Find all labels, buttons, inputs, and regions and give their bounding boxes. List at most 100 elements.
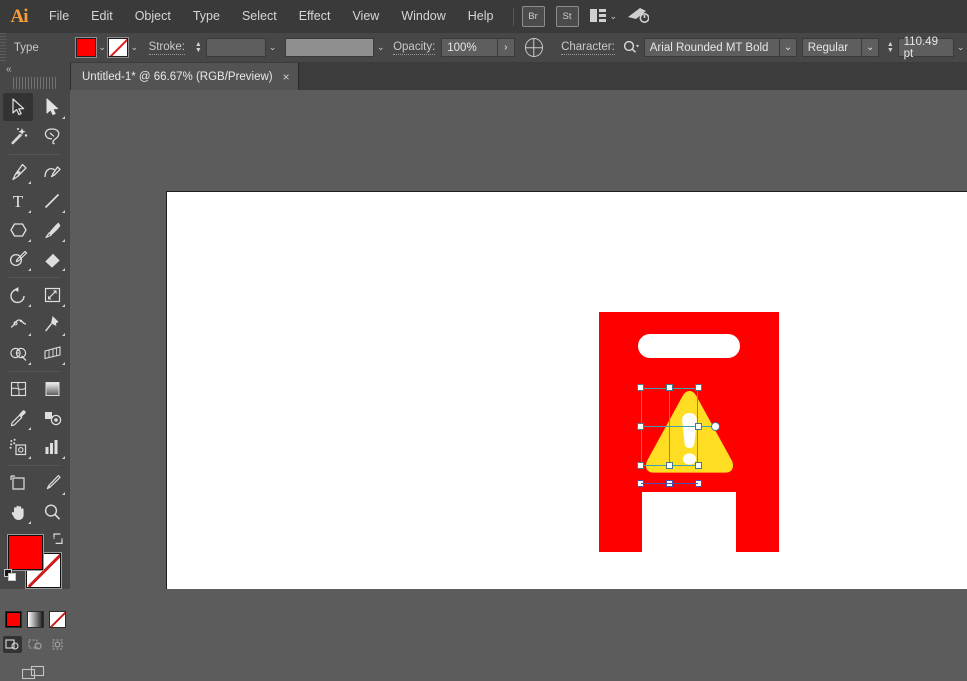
tools-panel-grip[interactable] bbox=[13, 77, 57, 89]
menu-divider bbox=[512, 7, 514, 26]
tool-perspective-grid[interactable] bbox=[37, 339, 67, 367]
stroke-weight-chevron-down-icon[interactable]: ⌄ bbox=[266, 38, 279, 57]
recolor-artwork-icon[interactable] bbox=[524, 38, 544, 57]
tool-divider bbox=[9, 465, 61, 466]
menu-item-effect[interactable]: Effect bbox=[288, 0, 342, 33]
control-context-label: Type bbox=[13, 41, 39, 54]
tool-direct-selection[interactable] bbox=[37, 93, 67, 121]
opacity-options-button[interactable]: › bbox=[496, 38, 515, 57]
gradient-mode-button[interactable] bbox=[26, 611, 44, 628]
fill-swatch-chevron-down-icon[interactable]: ⌄ bbox=[96, 38, 109, 57]
warning-triangle-shape[interactable] bbox=[641, 388, 738, 476]
menu-item-edit[interactable]: Edit bbox=[80, 0, 124, 33]
tool-selection[interactable] bbox=[3, 93, 33, 121]
stroke-profile-chevron-down-icon[interactable]: ⌄ bbox=[374, 38, 387, 57]
tool-shape-builder[interactable] bbox=[3, 339, 33, 367]
tool-rotate[interactable] bbox=[3, 281, 33, 309]
arrange-documents-button[interactable]: ⌄ bbox=[589, 8, 617, 25]
default-fill-stroke-icon[interactable] bbox=[4, 569, 17, 582]
font-search-icon[interactable] bbox=[623, 40, 640, 56]
draw-normal-button[interactable] bbox=[2, 636, 22, 653]
scale-icon bbox=[43, 286, 62, 304]
font-family-field[interactable]: Arial Rounded MT Bold bbox=[643, 38, 781, 57]
font-family-chevron-down-icon[interactable]: ⌄ bbox=[779, 38, 797, 57]
tool-grid: T bbox=[1, 93, 69, 527]
gradient-icon bbox=[43, 380, 62, 398]
sign-handle-slot[interactable] bbox=[638, 334, 740, 358]
sign-legs-cutout[interactable] bbox=[642, 492, 736, 552]
fill-color-swatch[interactable] bbox=[76, 38, 96, 57]
tool-artboard[interactable] bbox=[3, 469, 33, 497]
close-icon[interactable]: × bbox=[283, 71, 290, 83]
tool-blend[interactable] bbox=[37, 404, 67, 432]
font-style-field[interactable]: Regular bbox=[801, 38, 863, 57]
stroke-color-swatch[interactable] bbox=[108, 38, 128, 57]
tool-shaper[interactable] bbox=[3, 245, 33, 273]
tool-eyedropper[interactable] bbox=[3, 404, 33, 432]
tool-type[interactable]: T bbox=[3, 187, 33, 215]
flyout-triangle-icon bbox=[28, 362, 31, 365]
flyout-triangle-icon bbox=[28, 456, 31, 459]
draw-behind-button[interactable] bbox=[26, 636, 45, 653]
swap-fill-stroke-icon[interactable] bbox=[52, 533, 64, 545]
stroke-weight-stepper[interactable]: ▲ ▼ bbox=[193, 38, 204, 57]
menu-item-help[interactable]: Help bbox=[457, 0, 505, 33]
tool-curvature[interactable] bbox=[37, 158, 67, 186]
artwork-warning-sign[interactable] bbox=[599, 312, 779, 552]
column-graph-icon bbox=[43, 438, 62, 456]
stroke-profile-field[interactable] bbox=[284, 38, 375, 57]
tool-mesh[interactable] bbox=[3, 375, 33, 403]
none-mode-button[interactable] bbox=[48, 611, 66, 628]
stroke-swatch-chevron-down-icon[interactable]: ⌄ bbox=[128, 38, 141, 57]
draw-inside-button[interactable] bbox=[49, 636, 68, 653]
tool-scale[interactable] bbox=[37, 281, 67, 309]
tool-column-graph[interactable] bbox=[37, 433, 67, 461]
tool-lasso[interactable] bbox=[37, 122, 67, 150]
tool-pen[interactable] bbox=[3, 158, 33, 186]
font-size-chevron-down-icon[interactable]: ⌄ bbox=[954, 38, 967, 57]
tool-shape[interactable] bbox=[3, 216, 33, 244]
font-size-field[interactable]: 110.49 pt bbox=[897, 36, 955, 60]
tool-magic-wand[interactable] bbox=[3, 122, 33, 150]
illustrator-window: Ai File Edit Object Type Select Effect V… bbox=[0, 0, 967, 680]
tool-slice[interactable] bbox=[37, 469, 67, 497]
flyout-triangle-icon bbox=[62, 456, 65, 459]
menu-item-object[interactable]: Object bbox=[124, 0, 182, 33]
flyout-triangle-icon bbox=[28, 333, 31, 336]
magic-wand-icon bbox=[9, 127, 28, 145]
bridge-button[interactable]: Br bbox=[521, 6, 545, 27]
tool-paintbrush[interactable] bbox=[37, 216, 67, 244]
canvas-area[interactable] bbox=[70, 90, 967, 589]
tool-symbol-sprayer[interactable] bbox=[3, 433, 33, 461]
stock-button[interactable]: St bbox=[555, 6, 579, 27]
artboard[interactable] bbox=[166, 191, 967, 589]
tool-gradient[interactable] bbox=[37, 375, 67, 403]
tool-free-transform[interactable] bbox=[37, 310, 67, 338]
tool-line-segment[interactable] bbox=[37, 187, 67, 215]
lasso-icon bbox=[43, 127, 62, 145]
fill-color-box[interactable] bbox=[8, 535, 43, 570]
search-adobe-stock-icon[interactable] bbox=[627, 6, 650, 27]
blend-icon bbox=[43, 409, 62, 427]
color-mode-button[interactable] bbox=[4, 611, 22, 628]
opacity-field[interactable]: 100% bbox=[441, 38, 498, 57]
tool-width[interactable] bbox=[3, 310, 33, 338]
menu-item-view[interactable]: View bbox=[341, 0, 390, 33]
curvature-pen-icon bbox=[43, 163, 62, 181]
stroke-weight-field[interactable] bbox=[205, 38, 267, 57]
tool-hand[interactable] bbox=[3, 498, 33, 526]
menu-item-type[interactable]: Type bbox=[182, 0, 231, 33]
slice-knife-icon bbox=[43, 474, 62, 492]
collapse-tools-panel-button[interactable]: « bbox=[0, 62, 70, 77]
paintbrush-icon bbox=[43, 221, 62, 239]
change-screen-mode-button[interactable] bbox=[0, 665, 70, 681]
menu-item-select[interactable]: Select bbox=[231, 0, 288, 33]
menu-item-window[interactable]: Window bbox=[390, 0, 456, 33]
tool-zoom[interactable] bbox=[37, 498, 67, 526]
menu-item-file[interactable]: File bbox=[38, 0, 80, 33]
font-size-stepper[interactable]: ▲ ▼ bbox=[885, 38, 896, 57]
document-tab[interactable]: Untitled-1* @ 66.67% (RGB/Preview) × bbox=[70, 63, 299, 90]
font-style-chevron-down-icon[interactable]: ⌄ bbox=[861, 38, 879, 57]
control-bar-grip[interactable] bbox=[0, 33, 6, 62]
tool-eraser[interactable] bbox=[37, 245, 67, 273]
